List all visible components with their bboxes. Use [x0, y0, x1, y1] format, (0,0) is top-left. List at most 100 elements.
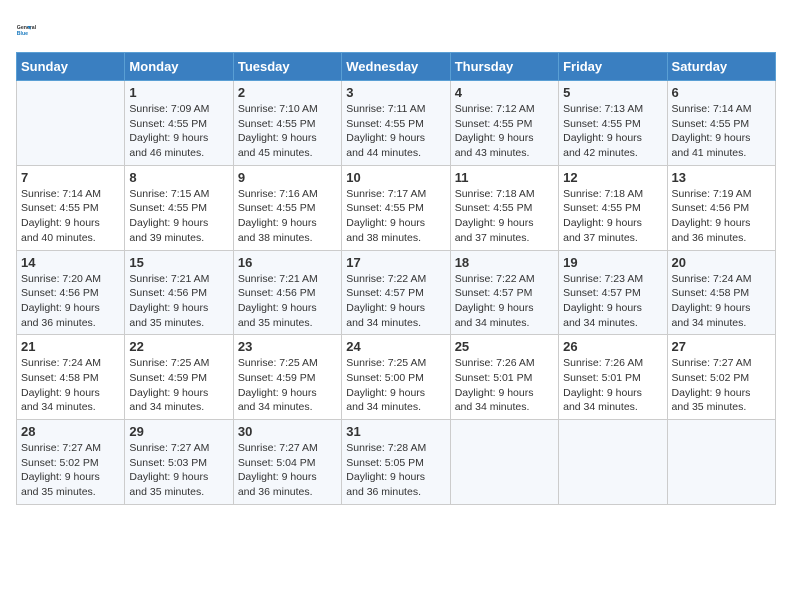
- calendar-cell: 13 Sunrise: 7:19 AM Sunset: 4:56 PM Dayli…: [667, 165, 775, 250]
- day-number: 3: [346, 85, 445, 100]
- calendar-cell: 27 Sunrise: 7:27 AM Sunset: 5:02 PM Dayli…: [667, 335, 775, 420]
- page-header: General Blue: [16, 16, 776, 44]
- day-number: 17: [346, 255, 445, 270]
- day-number: 28: [21, 424, 120, 439]
- day-number: 21: [21, 339, 120, 354]
- day-number: 26: [563, 339, 662, 354]
- calendar-cell: [559, 420, 667, 505]
- weekday-header-cell: Thursday: [450, 53, 558, 81]
- weekday-header-cell: Wednesday: [342, 53, 450, 81]
- day-number: 25: [455, 339, 554, 354]
- day-info: Sunrise: 7:14 AM Sunset: 4:55 PM Dayligh…: [672, 102, 771, 161]
- day-number: 16: [238, 255, 337, 270]
- day-info: Sunrise: 7:27 AM Sunset: 5:03 PM Dayligh…: [129, 441, 228, 500]
- day-info: Sunrise: 7:18 AM Sunset: 4:55 PM Dayligh…: [455, 187, 554, 246]
- day-number: 10: [346, 170, 445, 185]
- day-number: 1: [129, 85, 228, 100]
- day-info: Sunrise: 7:26 AM Sunset: 5:01 PM Dayligh…: [563, 356, 662, 415]
- weekday-header-cell: Sunday: [17, 53, 125, 81]
- weekday-header-row: SundayMondayTuesdayWednesdayThursdayFrid…: [17, 53, 776, 81]
- calendar-week-row: 7 Sunrise: 7:14 AM Sunset: 4:55 PM Daylig…: [17, 165, 776, 250]
- day-number: 27: [672, 339, 771, 354]
- day-info: Sunrise: 7:25 AM Sunset: 5:00 PM Dayligh…: [346, 356, 445, 415]
- day-number: 24: [346, 339, 445, 354]
- day-number: 19: [563, 255, 662, 270]
- day-info: Sunrise: 7:09 AM Sunset: 4:55 PM Dayligh…: [129, 102, 228, 161]
- calendar-cell: [667, 420, 775, 505]
- calendar-cell: [17, 81, 125, 166]
- day-info: Sunrise: 7:27 AM Sunset: 5:02 PM Dayligh…: [672, 356, 771, 415]
- day-info: Sunrise: 7:24 AM Sunset: 4:58 PM Dayligh…: [672, 272, 771, 331]
- calendar-cell: 6 Sunrise: 7:14 AM Sunset: 4:55 PM Daylig…: [667, 81, 775, 166]
- day-info: Sunrise: 7:26 AM Sunset: 5:01 PM Dayligh…: [455, 356, 554, 415]
- day-number: 2: [238, 85, 337, 100]
- calendar-cell: 4Sunrise: 7:12 AM Sunset: 4:55 PM Daylig…: [450, 81, 558, 166]
- day-info: Sunrise: 7:18 AM Sunset: 4:55 PM Dayligh…: [563, 187, 662, 246]
- day-info: Sunrise: 7:16 AM Sunset: 4:55 PM Dayligh…: [238, 187, 337, 246]
- weekday-header-cell: Saturday: [667, 53, 775, 81]
- day-number: 11: [455, 170, 554, 185]
- day-info: Sunrise: 7:13 AM Sunset: 4:55 PM Dayligh…: [563, 102, 662, 161]
- calendar-cell: 15 Sunrise: 7:21 AM Sunset: 4:56 PM Dayli…: [125, 250, 233, 335]
- calendar-cell: 29Sunrise: 7:27 AM Sunset: 5:03 PM Dayli…: [125, 420, 233, 505]
- day-number: 7: [21, 170, 120, 185]
- calendar-week-row: 28 Sunrise: 7:27 AM Sunset: 5:02 PM Dayli…: [17, 420, 776, 505]
- calendar-cell: 31 Sunrise: 7:28 AM Sunset: 5:05 PM Dayli…: [342, 420, 450, 505]
- day-number: 14: [21, 255, 120, 270]
- day-info: Sunrise: 7:14 AM Sunset: 4:55 PM Dayligh…: [21, 187, 120, 246]
- day-info: Sunrise: 7:27 AM Sunset: 5:04 PM Dayligh…: [238, 441, 337, 500]
- day-info: Sunrise: 7:28 AM Sunset: 5:05 PM Dayligh…: [346, 441, 445, 500]
- day-info: Sunrise: 7:21 AM Sunset: 4:56 PM Dayligh…: [238, 272, 337, 331]
- calendar-cell: 28 Sunrise: 7:27 AM Sunset: 5:02 PM Dayli…: [17, 420, 125, 505]
- calendar-cell: [450, 420, 558, 505]
- day-info: Sunrise: 7:24 AM Sunset: 4:58 PM Dayligh…: [21, 356, 120, 415]
- day-info: Sunrise: 7:12 AM Sunset: 4:55 PM Dayligh…: [455, 102, 554, 161]
- day-info: Sunrise: 7:21 AM Sunset: 4:56 PM Dayligh…: [129, 272, 228, 331]
- day-number: 18: [455, 255, 554, 270]
- calendar-week-row: 1 Sunrise: 7:09 AM Sunset: 4:55 PM Daylig…: [17, 81, 776, 166]
- day-number: 12: [563, 170, 662, 185]
- day-number: 15: [129, 255, 228, 270]
- day-number: 13: [672, 170, 771, 185]
- calendar-body: 1 Sunrise: 7:09 AM Sunset: 4:55 PM Daylig…: [17, 81, 776, 505]
- day-number: 23: [238, 339, 337, 354]
- calendar-cell: 21 Sunrise: 7:24 AM Sunset: 4:58 PM Dayli…: [17, 335, 125, 420]
- calendar-cell: 14 Sunrise: 7:20 AM Sunset: 4:56 PM Dayli…: [17, 250, 125, 335]
- calendar-cell: 24 Sunrise: 7:25 AM Sunset: 5:00 PM Dayli…: [342, 335, 450, 420]
- day-info: Sunrise: 7:22 AM Sunset: 4:57 PM Dayligh…: [455, 272, 554, 331]
- day-info: Sunrise: 7:11 AM Sunset: 4:55 PM Dayligh…: [346, 102, 445, 161]
- calendar-cell: 23 Sunrise: 7:25 AM Sunset: 4:59 PM Dayli…: [233, 335, 341, 420]
- day-number: 6: [672, 85, 771, 100]
- calendar-cell: 18 Sunrise: 7:22 AM Sunset: 4:57 PM Dayli…: [450, 250, 558, 335]
- calendar-cell: 16 Sunrise: 7:21 AM Sunset: 4:56 PM Dayli…: [233, 250, 341, 335]
- day-info: Sunrise: 7:25 AM Sunset: 4:59 PM Dayligh…: [238, 356, 337, 415]
- day-info: Sunrise: 7:17 AM Sunset: 4:55 PM Dayligh…: [346, 187, 445, 246]
- calendar-cell: 9Sunrise: 7:16 AM Sunset: 4:55 PM Daylig…: [233, 165, 341, 250]
- calendar-cell: 7 Sunrise: 7:14 AM Sunset: 4:55 PM Daylig…: [17, 165, 125, 250]
- weekday-header-cell: Friday: [559, 53, 667, 81]
- calendar-cell: 12 Sunrise: 7:18 AM Sunset: 4:55 PM Dayli…: [559, 165, 667, 250]
- day-info: Sunrise: 7:19 AM Sunset: 4:56 PM Dayligh…: [672, 187, 771, 246]
- calendar-cell: 30 Sunrise: 7:27 AM Sunset: 5:04 PM Dayli…: [233, 420, 341, 505]
- day-info: Sunrise: 7:22 AM Sunset: 4:57 PM Dayligh…: [346, 272, 445, 331]
- calendar-cell: 10 Sunrise: 7:17 AM Sunset: 4:55 PM Dayli…: [342, 165, 450, 250]
- day-number: 30: [238, 424, 337, 439]
- day-info: Sunrise: 7:10 AM Sunset: 4:55 PM Dayligh…: [238, 102, 337, 161]
- calendar-cell: 3 Sunrise: 7:11 AM Sunset: 4:55 PM Daylig…: [342, 81, 450, 166]
- day-info: Sunrise: 7:20 AM Sunset: 4:56 PM Dayligh…: [21, 272, 120, 331]
- calendar-week-row: 21 Sunrise: 7:24 AM Sunset: 4:58 PM Dayli…: [17, 335, 776, 420]
- day-info: Sunrise: 7:25 AM Sunset: 4:59 PM Dayligh…: [129, 356, 228, 415]
- calendar-cell: 5 Sunrise: 7:13 AM Sunset: 4:55 PM Daylig…: [559, 81, 667, 166]
- day-number: 5: [563, 85, 662, 100]
- calendar-cell: 26 Sunrise: 7:26 AM Sunset: 5:01 PM Dayli…: [559, 335, 667, 420]
- day-number: 22: [129, 339, 228, 354]
- day-info: Sunrise: 7:27 AM Sunset: 5:02 PM Dayligh…: [21, 441, 120, 500]
- calendar-cell: 1 Sunrise: 7:09 AM Sunset: 4:55 PM Daylig…: [125, 81, 233, 166]
- calendar-cell: 20Sunrise: 7:24 AM Sunset: 4:58 PM Dayli…: [667, 250, 775, 335]
- calendar-cell: 22 Sunrise: 7:25 AM Sunset: 4:59 PM Dayli…: [125, 335, 233, 420]
- day-info: Sunrise: 7:23 AM Sunset: 4:57 PM Dayligh…: [563, 272, 662, 331]
- svg-text:Blue: Blue: [17, 31, 28, 37]
- calendar-cell: 11 Sunrise: 7:18 AM Sunset: 4:55 PM Dayli…: [450, 165, 558, 250]
- calendar-cell: 2 Sunrise: 7:10 AM Sunset: 4:55 PM Daylig…: [233, 81, 341, 166]
- day-number: 31: [346, 424, 445, 439]
